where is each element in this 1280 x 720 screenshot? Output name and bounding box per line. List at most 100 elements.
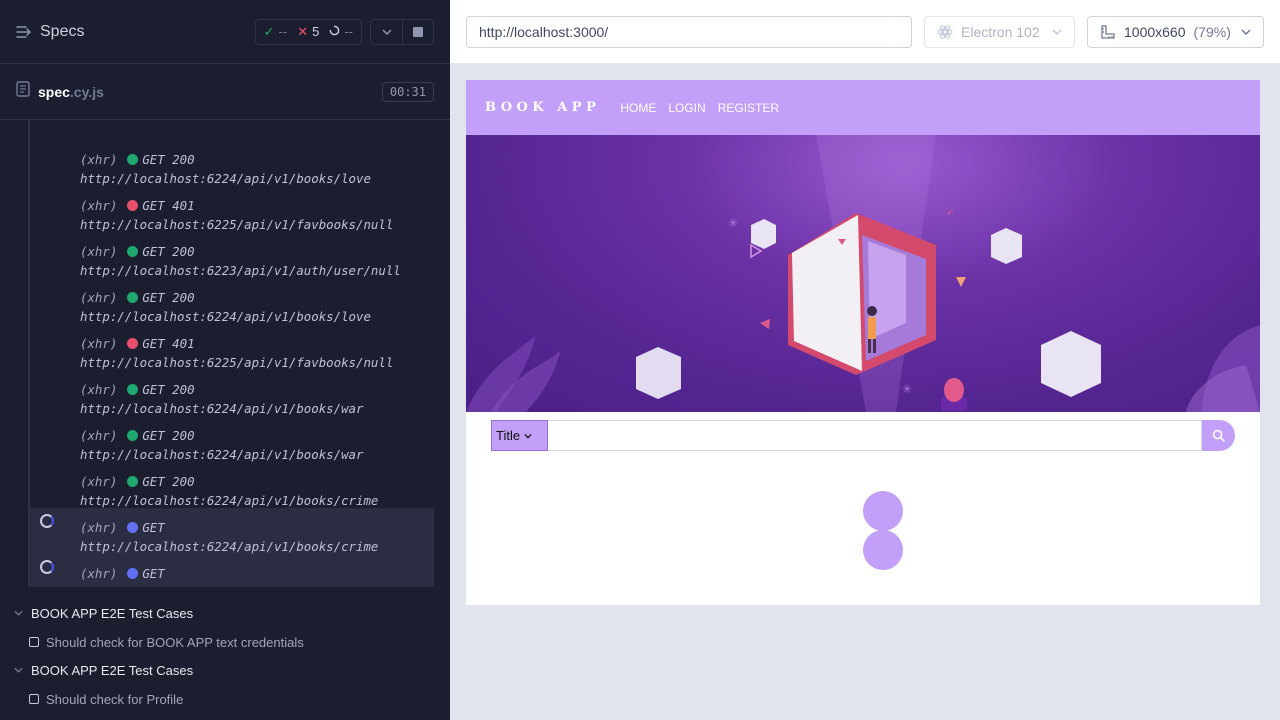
log-entry-summary: (xhr) GET 200 <box>80 290 195 305</box>
pending-icon <box>329 24 340 39</box>
reporter-panel: Specs ✓ -- ✕ 5 -- spec.cy.js 00:31 (xhr)… <box>0 0 450 720</box>
log-entry[interactable]: (xhr) GET 200 http://localhost:6223/api/v1… <box>30 232 434 278</box>
failed-stat: ✕ 5 <box>297 23 320 40</box>
status-dot-icon <box>127 522 139 533</box>
log-type: (xhr) <box>80 336 118 351</box>
nav-register[interactable]: REGISTER <box>718 101 779 115</box>
log-url: http://localhost:6224/api/v1/books/war <box>80 401 364 416</box>
log-type: (xhr) <box>80 566 118 581</box>
chevron-down-icon <box>1241 29 1251 35</box>
log-type: (xhr) <box>80 428 118 443</box>
log-entry-summary: (xhr) GET 200 <box>80 382 195 397</box>
log-method: GET 200 <box>142 244 195 259</box>
stop-icon <box>413 26 423 37</box>
specs-label: Specs <box>40 22 85 40</box>
log-entry[interactable]: (xhr) GET 401 http://localhost:6225/api/v1… <box>30 186 434 232</box>
log-entry[interactable]: (xhr) GET 200 http://localhost:6224/api/v1… <box>30 416 434 462</box>
log-type: (xhr) <box>80 520 118 535</box>
chevron-down-icon <box>14 610 23 616</box>
search-button[interactable] <box>1202 420 1235 451</box>
log-entry-summary: (xhr) GET 401 <box>80 336 195 351</box>
status-dot-icon <box>127 430 139 441</box>
log-entry-summary: (xhr) GET 200 <box>80 474 195 489</box>
log-entry[interactable]: (xhr) GET 401 http://localhost:6225/api/v1… <box>30 324 434 370</box>
log-entry-summary: (xhr) GET <box>80 520 165 535</box>
nav-login[interactable]: LOGIN <box>668 101 705 115</box>
search-type-select[interactable]: Title <box>491 420 548 451</box>
log-entry-summary: (xhr) GET 200 <box>80 152 195 167</box>
log-type: (xhr) <box>80 152 118 167</box>
log-entry-summary: (xhr) GET <box>80 566 165 581</box>
url-bar[interactable]: http://localhost:3000/ <box>466 16 912 48</box>
log-entry[interactable]: (xhr) GET http://localhost:6224/api/v1/boo… <box>30 508 434 554</box>
test-row[interactable]: Should check for Profile <box>0 687 450 711</box>
log-url: http://localhost:6225/api/v1/favbooks/nu… <box>80 355 394 370</box>
log-url: http://localhost:6225/api/v1/favbooks/nu… <box>80 217 394 232</box>
log-url: http://localhost:6223/api/v1/auth/user/n… <box>80 263 401 278</box>
log-type: (xhr) <box>80 198 118 213</box>
hero-illustration: ✳ ✳ ➶ <box>466 135 1260 412</box>
log-method: GET 401 <box>142 336 195 351</box>
search-icon <box>1212 429 1225 442</box>
test-pending-icon <box>29 694 39 704</box>
search-bar: Title <box>491 420 1235 451</box>
hero-banner: ✳ ✳ ➶ <box>466 135 1260 412</box>
status-dot-icon <box>127 246 139 257</box>
log-scroll-top <box>30 120 434 140</box>
svg-text:✳: ✳ <box>902 382 912 396</box>
brand-logo[interactable]: BOOK APP <box>485 100 600 115</box>
browser-selector[interactable]: Electron 102 <box>924 16 1075 48</box>
run-controls <box>370 18 434 45</box>
viewport-selector[interactable]: 1000x660 (79%) <box>1087 16 1264 48</box>
log-type: (xhr) <box>80 244 118 259</box>
log-entry[interactable]: (xhr) GET 200 http://localhost:6224/api/v1… <box>30 462 434 508</box>
suite-title[interactable]: BOOK APP E2E Test Cases <box>0 601 450 625</box>
log-entry[interactable]: (xhr) GET 200 http://localhost:6224/api/v1… <box>30 140 434 186</box>
spinner-icon <box>40 514 54 528</box>
log-method: GET 401 <box>142 198 195 213</box>
stop-button[interactable] <box>402 19 433 44</box>
loading-dot-top <box>863 491 903 531</box>
chevron-down-icon <box>14 667 23 673</box>
file-icon <box>16 81 30 102</box>
spec-filename[interactable]: spec.cy.js <box>38 84 104 100</box>
app-navbar: BOOK APP HOME LOGIN REGISTER <box>466 80 1260 135</box>
status-dot-icon <box>127 292 139 303</box>
log-entry-summary: (xhr) GET 200 <box>80 428 195 443</box>
log-url: http://localhost:6224/api/v1/books/love <box>80 309 371 324</box>
log-entry[interactable]: (xhr) GET http://localhost:6224/api/v1/boo… <box>30 554 434 587</box>
run-timer: 00:31 <box>381 81 434 102</box>
passed-stat: ✓ -- <box>263 23 288 40</box>
search-input[interactable] <box>548 420 1202 451</box>
suite-block-1: BOOK APP E2E Test Cases Should check for… <box>0 601 450 654</box>
log-url: http://localhost:6224/api/v1/books/crime <box>80 493 379 508</box>
status-dot-icon <box>127 338 139 349</box>
nav-home[interactable]: HOME <box>620 101 656 115</box>
status-dot-icon <box>127 476 139 487</box>
specs-list-icon <box>16 25 32 39</box>
log-entry-summary: (xhr) GET 401 <box>80 198 195 213</box>
log-url: http://localhost:6224/api/v1/books/crime <box>80 539 379 554</box>
aut-header: http://localhost:3000/ Electron 102 1000… <box>450 0 1280 64</box>
log-entry[interactable]: (xhr) GET 200 http://localhost:6224/api/v1… <box>30 278 434 324</box>
test-row[interactable]: Should check for BOOK APP text credentia… <box>0 630 450 654</box>
log-method: GET <box>142 520 165 535</box>
log-url: http://localhost:6224/api/v1/books/war <box>80 447 364 462</box>
spec-file-bar: spec.cy.js 00:31 <box>0 64 450 120</box>
log-url: http://localhost:6224/api/v1/books/adven… <box>80 585 416 587</box>
command-log[interactable]: (xhr) GET 200 http://localhost:6224/api/v1… <box>28 120 434 587</box>
check-icon: ✓ <box>263 23 275 39</box>
log-entry[interactable]: (xhr) GET 200 http://localhost:6224/api/v1… <box>30 370 434 416</box>
loading-dot-bottom <box>863 530 903 570</box>
log-method: GET 200 <box>142 382 195 397</box>
x-icon: ✕ <box>297 23 309 39</box>
test-pending-icon <box>29 637 39 647</box>
electron-icon <box>937 25 953 39</box>
reporter-header: Specs ✓ -- ✕ 5 -- <box>0 0 450 64</box>
log-type: (xhr) <box>80 474 118 489</box>
specs-toggle-button[interactable]: Specs <box>16 23 84 41</box>
collapse-button[interactable] <box>371 20 402 44</box>
spinner-icon <box>40 560 54 574</box>
chevron-down-icon <box>381 28 392 35</box>
suite-title[interactable]: BOOK APP E2E Test Cases <box>0 658 450 682</box>
